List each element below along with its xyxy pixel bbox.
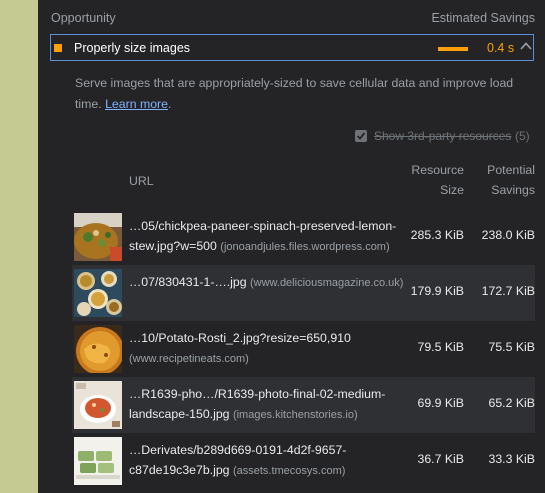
resource-size-cell: 79.5 KiB: [417, 340, 465, 354]
potential-savings-header-text: Potential Savings: [487, 163, 535, 197]
table-row: …05/chickpea-paneer-spinach-preserved-le…: [72, 209, 535, 265]
resource-url[interactable]: …05/chickpea-paneer-spinach-preserved-le…: [129, 216, 404, 257]
table-row: …Derivates/b289d669-0191-4d2f-9657-c87de…: [72, 433, 535, 489]
page-edge-strip: [0, 0, 38, 493]
potential-savings-cell: 33.3 KiB: [488, 452, 536, 466]
column-header-resource-size: Resource Size: [404, 160, 464, 200]
potential-savings-cell: 172.7 KiB: [481, 284, 535, 298]
opportunity-label: Opportunity: [51, 11, 116, 25]
url-host: (www.recipetineats.com): [129, 353, 249, 365]
column-header-url: URL: [129, 174, 154, 188]
green-cakes-thumbnail: [74, 437, 122, 485]
lighthouse-audit-panel: Opportunity Estimated Savings Properly s…: [38, 0, 545, 493]
savings-bar: [438, 47, 468, 51]
url-text: …07/830431-1-….jpg: [129, 275, 247, 289]
url-host: (jonoandjules.files.wordpress.com): [220, 241, 390, 253]
estimated-savings-label: Estimated Savings: [431, 11, 535, 25]
warning-square-icon: [54, 44, 62, 52]
opportunity-header: Opportunity Estimated Savings: [50, 11, 535, 27]
audit-title: Properly size images: [74, 41, 191, 55]
table-row: …07/830431-1-….jpg (www.deliciousmagazin…: [72, 265, 535, 321]
potential-savings-cell: 75.5 KiB: [488, 340, 536, 354]
audit-description: Serve images that are appropriately-size…: [75, 73, 535, 115]
chevron-up-icon[interactable]: [519, 39, 533, 53]
third-party-count: (5): [515, 129, 530, 143]
resource-size-header-text: Resource Size: [411, 163, 464, 197]
url-text: …10/Potato-Rosti_2.jpg?resize=650,910: [129, 331, 351, 345]
resource-url[interactable]: …Derivates/b289d669-0191-4d2f-9657-c87de…: [129, 440, 404, 481]
table-row: …10/Potato-Rosti_2.jpg?resize=650,910 (w…: [72, 321, 535, 377]
third-party-checkbox[interactable]: [355, 130, 367, 142]
rosti-dish-thumbnail: [74, 325, 122, 373]
potential-savings-cell: 238.0 KiB: [481, 228, 535, 242]
resource-size-cell: 36.7 KiB: [417, 452, 465, 466]
column-header-potential-savings: Potential Savings: [480, 160, 535, 200]
bowls-dish-thumbnail: [74, 269, 122, 317]
curry-dish-thumbnail: [74, 213, 122, 261]
resource-size-cell: 179.9 KiB: [410, 284, 464, 298]
soup-dish-thumbnail: [74, 381, 122, 429]
resource-url[interactable]: …R1639-pho…/R1639-photo-final-02-medium-…: [129, 384, 404, 425]
description-trailing: .: [167, 97, 172, 111]
audit-savings-value: 0.4 s: [487, 41, 515, 55]
potential-savings-cell: 65.2 KiB: [488, 396, 536, 410]
resource-url[interactable]: …10/Potato-Rosti_2.jpg?resize=650,910 (w…: [129, 328, 404, 369]
url-host: (assets.tmecosys.com): [232, 465, 346, 477]
url-host: (www.deliciousmagazine.co.uk): [250, 277, 404, 289]
resource-url[interactable]: …07/830431-1-….jpg (www.deliciousmagazin…: [129, 272, 404, 293]
audit-properly-size-images[interactable]: Properly size images 0.4 s: [50, 34, 534, 61]
learn-more-link[interactable]: Learn more: [105, 97, 168, 111]
url-host: (images.kitchenstories.io): [232, 409, 358, 421]
third-party-label: Show 3rd-party resources: [374, 129, 512, 143]
checkmark-icon: [356, 132, 366, 140]
resource-size-cell: 69.9 KiB: [417, 396, 465, 410]
resource-size-cell: 285.3 KiB: [410, 228, 464, 242]
table-row: …R1639-pho…/R1639-photo-final-02-medium-…: [72, 377, 535, 433]
